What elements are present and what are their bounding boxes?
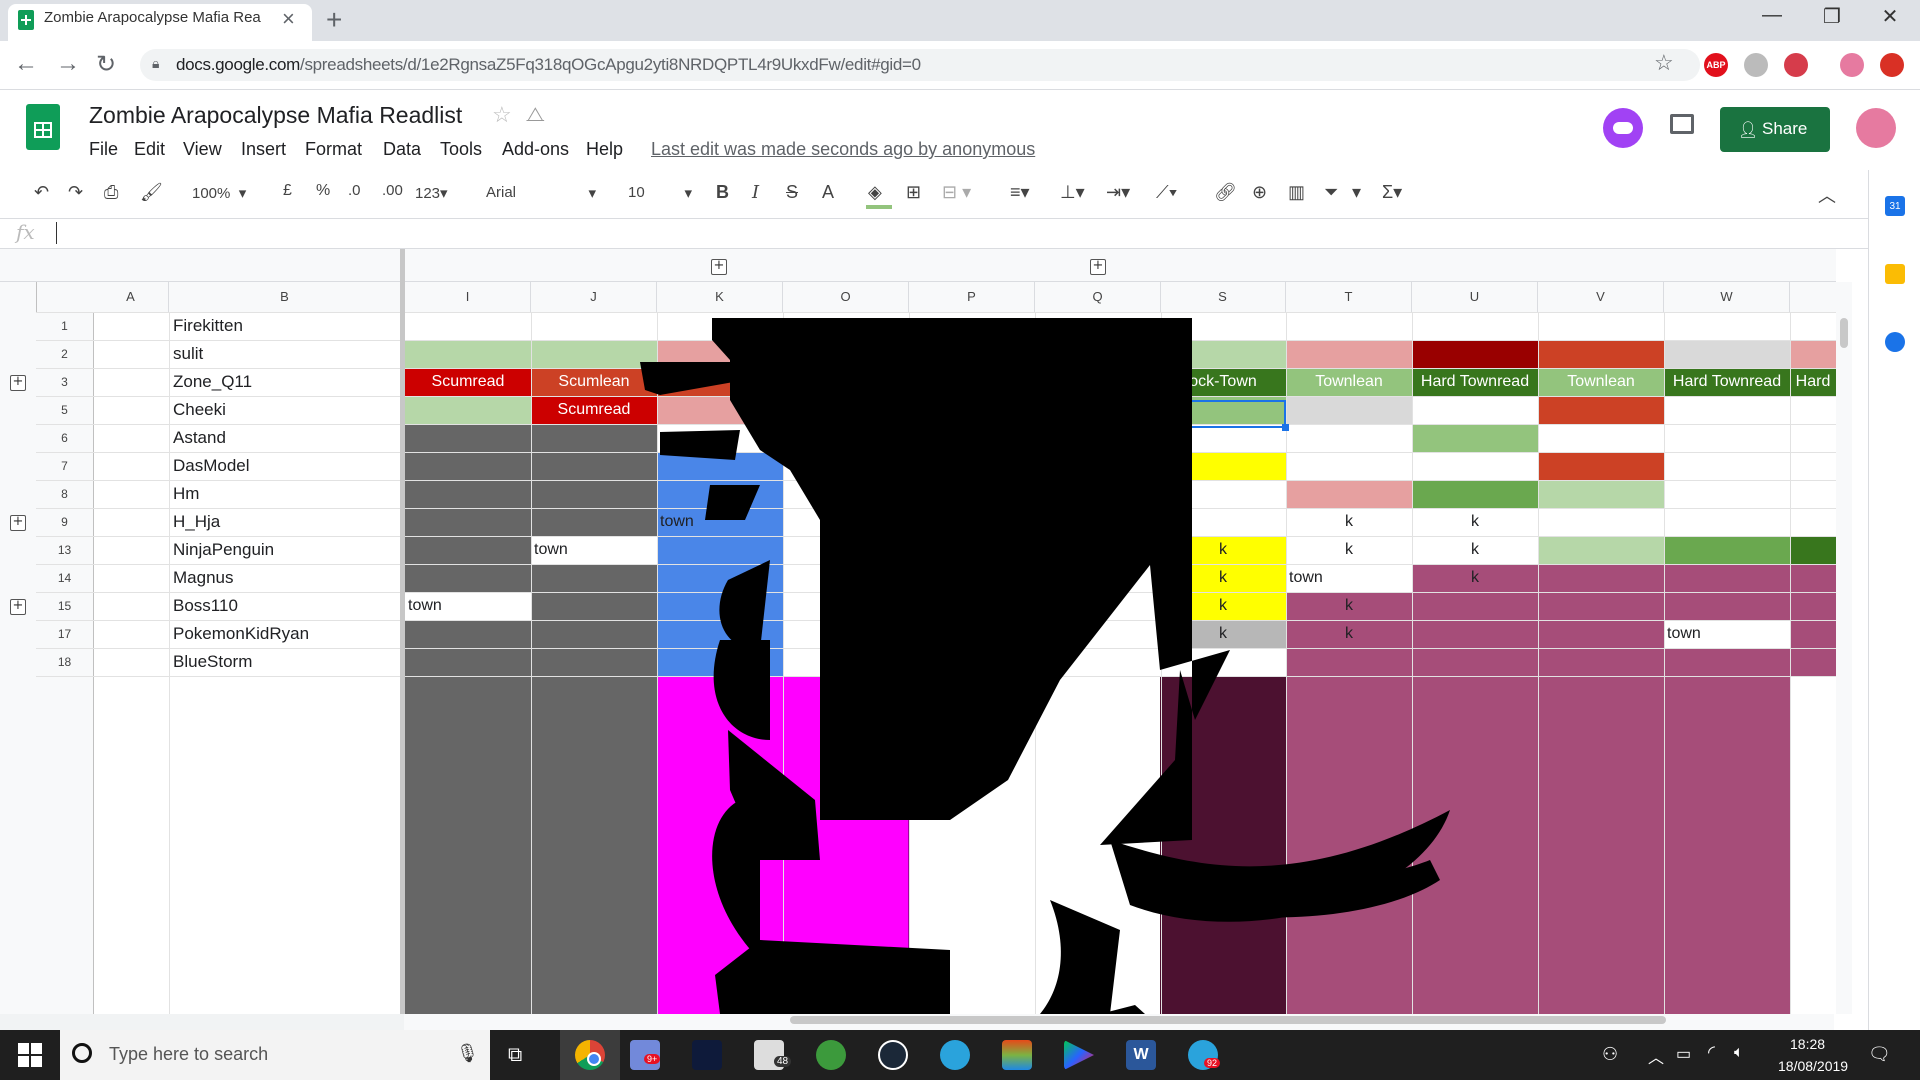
task-view-icon[interactable]: ⧉ (508, 1044, 522, 1067)
notifications-icon[interactable]: 🗨︎ (1868, 1044, 1891, 1065)
volume-icon[interactable]: 🔈︎ (1734, 1044, 1744, 1062)
horizontal-scroll-thumb[interactable] (790, 1016, 1666, 1024)
chrome-icon-center (587, 1052, 601, 1066)
cortana-icon (72, 1043, 92, 1063)
drawing-overlay (640, 318, 1450, 1014)
maps-icon[interactable] (816, 1040, 846, 1070)
vertical-scroll-thumb[interactable] (1840, 318, 1848, 348)
sheet-tab-bar (0, 1014, 404, 1030)
steam-icon[interactable] (878, 1040, 908, 1070)
black-silhouette-drawing (640, 318, 1450, 1014)
windows-start-icon[interactable] (18, 1043, 42, 1067)
clock-time[interactable]: 18:28 (1790, 1036, 1825, 1052)
telegram-badge: 92 (1204, 1058, 1221, 1068)
bluestacks-icon[interactable] (1002, 1040, 1032, 1070)
microphone-icon[interactable]: 🎙︎ (456, 1043, 479, 1064)
visual-studio-icon[interactable] (692, 1040, 722, 1070)
taskbar-search-placeholder: Type here to search (109, 1044, 269, 1064)
people-icon[interactable]: ⚇ (1602, 1044, 1618, 1065)
vertical-scrollbar[interactable] (1836, 282, 1852, 1014)
telegram-icon[interactable] (940, 1040, 970, 1070)
word-icon[interactable]: W (1126, 1040, 1156, 1070)
show-hidden-icons-icon[interactable]: ︿ (1648, 1044, 1664, 1068)
wifi-icon[interactable]: ◜ (1708, 1042, 1715, 1063)
battery-icon[interactable]: ▭ (1676, 1044, 1691, 1064)
games-badge: 9+ (644, 1054, 661, 1064)
clock-date[interactable]: 18/08/2019 (1778, 1058, 1848, 1074)
mail-badge: 48 (774, 1056, 792, 1067)
